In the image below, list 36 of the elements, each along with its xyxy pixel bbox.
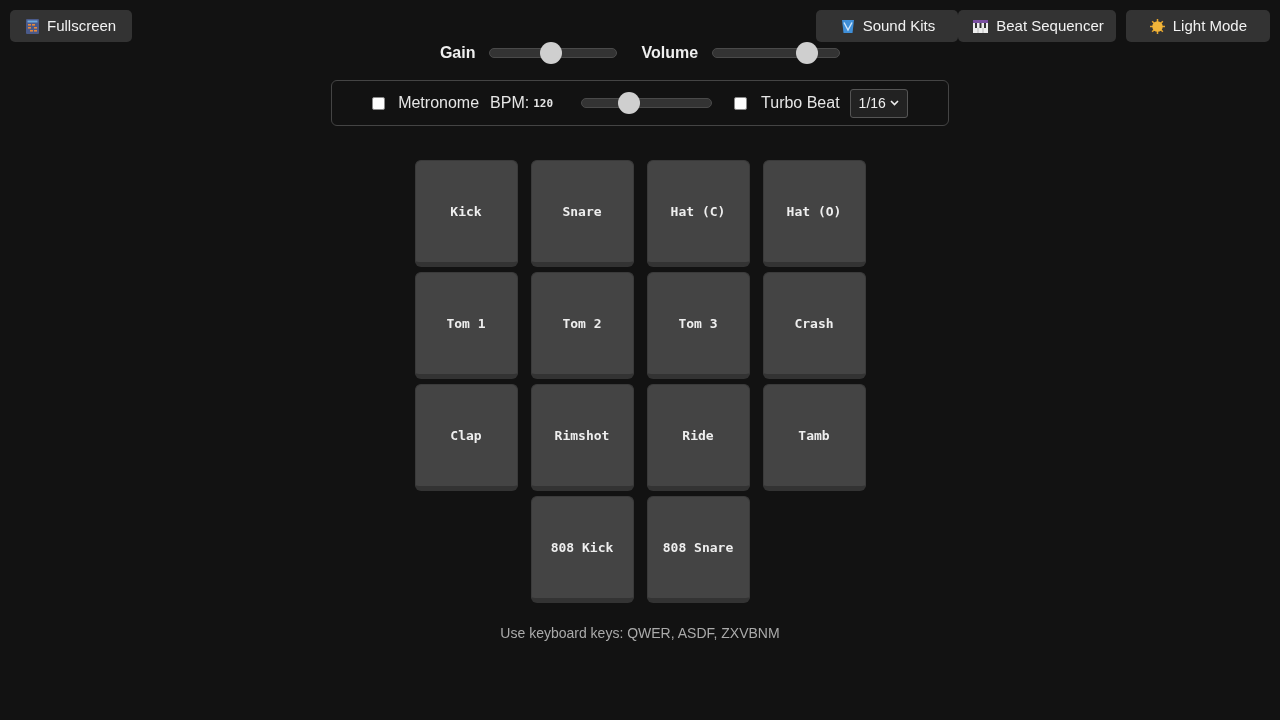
checkbox-label: Metronome [398, 93, 480, 113]
chevron-down-icon [889, 100, 899, 106]
slider-thumb[interactable] [540, 42, 563, 64]
sound-kits-button[interactable]: Sound Kits [815, 10, 959, 42]
drum-pad[interactable]: Clap [414, 384, 518, 491]
sun-icon [1149, 18, 1165, 34]
drum-pad[interactable]: Kick [414, 160, 518, 267]
drum-pad[interactable]: Tom 2 [530, 272, 634, 379]
drum-pad[interactable]: Snare [530, 160, 634, 267]
abacus-icon [26, 18, 39, 34]
fullscreen-button[interactable]: Fullscreen [10, 10, 133, 42]
bpm-value: 120 [533, 95, 554, 112]
drum-pad[interactable]: Tom 1 [414, 272, 518, 379]
cup-icon [840, 19, 855, 33]
slider-thumb[interactable] [618, 92, 641, 114]
slider-label: Volume [641, 43, 699, 63]
light-mode-button[interactable]: Light Mode [1125, 10, 1270, 42]
beat-sequencer-button[interactable]: Beat Sequencer [958, 10, 1116, 42]
drum-pad[interactable]: 808 Snare [646, 496, 750, 603]
subdivision-select[interactable]: 1/16 [849, 88, 908, 118]
drum-pad[interactable]: Hat (C) [646, 160, 750, 267]
drum-pad[interactable]: Rimshot [530, 384, 634, 491]
drum-pad[interactable]: Hat (O) [762, 160, 866, 267]
drum-pad[interactable]: Ride [646, 384, 750, 491]
bpm-label: BPM: [490, 93, 530, 113]
keyboard-hint: Use keyboard keys: QWER, ASDF, ZXVBNM [500, 624, 780, 643]
checkbox[interactable] [734, 96, 748, 110]
checkbox-label: Turbo Beat [761, 93, 840, 113]
drum-pad[interactable]: Crash [762, 272, 866, 379]
drum-pad[interactable]: Tom 3 [646, 272, 750, 379]
slider-thumb[interactable] [796, 42, 819, 64]
drum-pad[interactable]: Tamb [762, 384, 866, 491]
drum-pad[interactable]: 808 Kick [530, 496, 634, 603]
checkbox[interactable] [372, 96, 386, 110]
piano-keys-icon [973, 19, 989, 33]
slider-label: Gain [439, 43, 476, 63]
